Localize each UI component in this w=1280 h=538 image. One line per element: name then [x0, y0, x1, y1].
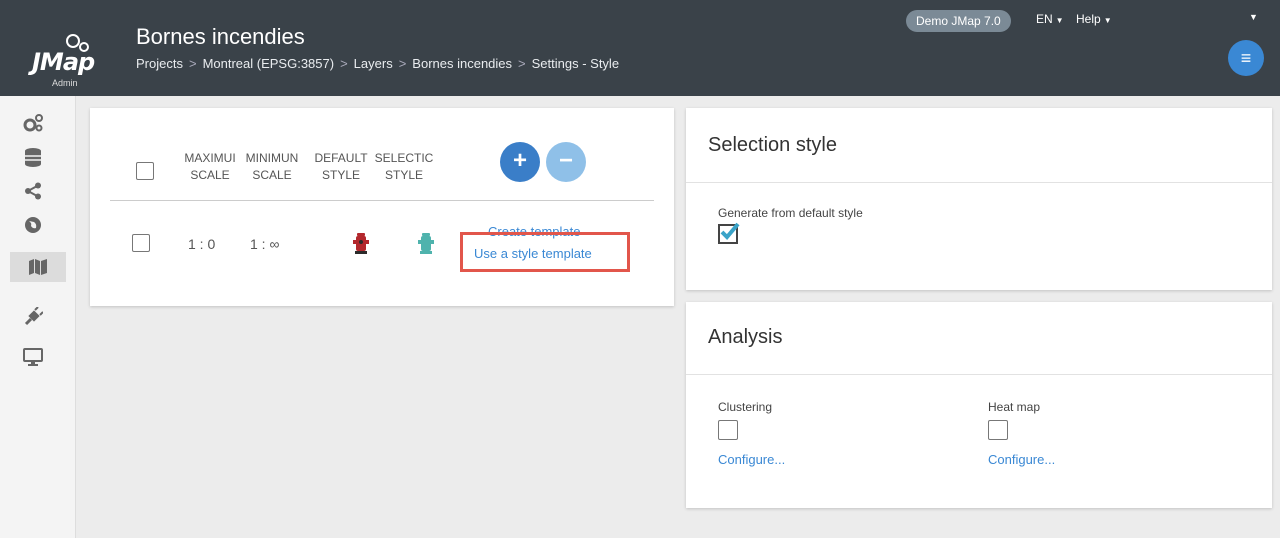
logo-text: JMap	[32, 48, 95, 76]
breadcrumb-project[interactable]: Montreal (EPSG:3857)	[203, 56, 335, 71]
caret-down-icon: ▼	[1103, 16, 1112, 25]
breadcrumb: Projects > Montreal (EPSG:3857) > Layers > Bor…	[136, 56, 619, 71]
plug-icon	[24, 307, 43, 326]
column-header-min-scale[interactable]: MINIMUN SCALE	[242, 150, 302, 184]
header-line: STYLE	[384, 168, 423, 182]
caret-down-icon: ▼	[1055, 16, 1064, 25]
database-icon	[25, 148, 41, 167]
sidebar-item-settings[interactable]	[18, 108, 48, 138]
column-header-default-style[interactable]: DEFAULT STYLE	[311, 150, 371, 184]
header-divider	[110, 200, 654, 201]
heatmap-label: Heat map	[988, 400, 1041, 414]
globe-icon	[25, 217, 41, 233]
user-menu-caret-icon[interactable]: ▼	[1249, 12, 1258, 22]
header-line: MAXIMUI	[184, 151, 236, 165]
generate-from-default-label: Generate from default style	[718, 206, 863, 220]
heatmap-configure-link[interactable]: Configure...	[988, 452, 1055, 467]
select-all-checkbox[interactable]	[136, 162, 154, 180]
add-style-button[interactable]: +	[500, 142, 540, 182]
hamburger-icon: ≡	[1240, 48, 1252, 68]
highlight-box	[460, 232, 630, 272]
column-header-max-scale[interactable]: MAXIMUI SCALE	[180, 150, 240, 184]
selection-style-hydrant-icon[interactable]	[418, 230, 434, 261]
styles-card: MAXIMUI SCALE MINIMUN SCALE DEFAULT STYL…	[90, 108, 674, 306]
language-menu[interactable]: EN ▼	[1036, 12, 1064, 26]
sidebar	[0, 96, 76, 538]
page-title: Bornes incendies	[136, 24, 305, 49]
jmap-logo[interactable]: JMap Admin	[14, 18, 114, 88]
remove-style-button[interactable]: −	[546, 142, 586, 182]
breadcrumb-separator-icon: >	[518, 56, 526, 71]
column-header-selection-style[interactable]: SELECTIC STYLE	[374, 150, 434, 184]
sidebar-item-map[interactable]	[10, 252, 66, 282]
help-label: Help	[1076, 12, 1101, 26]
header-line: SELECTIC	[374, 151, 434, 165]
breadcrumb-layer[interactable]: Bornes incendies	[412, 56, 512, 71]
title-divider	[686, 374, 1272, 375]
language-label: EN	[1036, 12, 1053, 26]
sidebar-item-share[interactable]	[18, 176, 48, 206]
breadcrumb-separator-icon: >	[398, 56, 407, 71]
share-icon	[25, 182, 41, 200]
logo-subtitle: Admin	[52, 78, 78, 88]
heatmap-checkbox[interactable]	[988, 420, 1008, 440]
clustering-label: Clustering	[718, 400, 773, 414]
default-style-hydrant-icon[interactable]	[353, 230, 369, 261]
demo-badge: Demo JMap 7.0	[906, 10, 1011, 32]
breadcrumb-separator-icon: >	[188, 56, 197, 71]
sidebar-item-globe[interactable]	[18, 210, 48, 240]
selection-style-card: Selection style Generate from default st…	[686, 108, 1272, 290]
monitor-icon	[23, 348, 43, 366]
header-line: SCALE	[252, 168, 292, 182]
main-menu-button[interactable]: ≡	[1228, 40, 1264, 76]
generate-from-default-checkbox[interactable]	[718, 222, 740, 244]
clustering-configure-link[interactable]: Configure...	[718, 452, 785, 467]
map-icon	[29, 259, 47, 275]
top-bar: JMap Admin Bornes incendies Projects > Mon…	[0, 0, 1280, 96]
help-menu[interactable]: Help ▼	[1076, 12, 1112, 26]
selection-style-title: Selection style	[708, 134, 837, 156]
title-divider	[686, 182, 1272, 183]
header-line: SCALE	[190, 168, 230, 182]
breadcrumb-projects[interactable]: Projects	[136, 56, 183, 71]
clustering-checkbox[interactable]	[718, 420, 738, 440]
breadcrumb-separator-icon: >	[340, 56, 348, 71]
sidebar-item-plugins[interactable]	[18, 302, 48, 332]
header-line: STYLE	[321, 168, 360, 182]
analysis-card: Analysis Clustering Configure... Heat ma…	[686, 302, 1272, 508]
header-line: MINIMUN	[245, 151, 299, 165]
gears-icon	[23, 114, 43, 132]
analysis-title: Analysis	[708, 326, 783, 348]
row-checkbox[interactable]	[132, 234, 150, 252]
breadcrumb-layers[interactable]: Layers	[354, 56, 393, 71]
header-line: DEFAULT	[314, 151, 368, 165]
sidebar-item-display[interactable]	[18, 342, 48, 372]
max-scale-value: 1 : 0	[188, 236, 216, 252]
min-scale-value: 1 : ∞	[250, 236, 280, 252]
sidebar-item-database[interactable]	[18, 142, 48, 172]
checkmark-icon	[720, 222, 740, 240]
breadcrumb-current: Settings - Style	[531, 56, 620, 71]
